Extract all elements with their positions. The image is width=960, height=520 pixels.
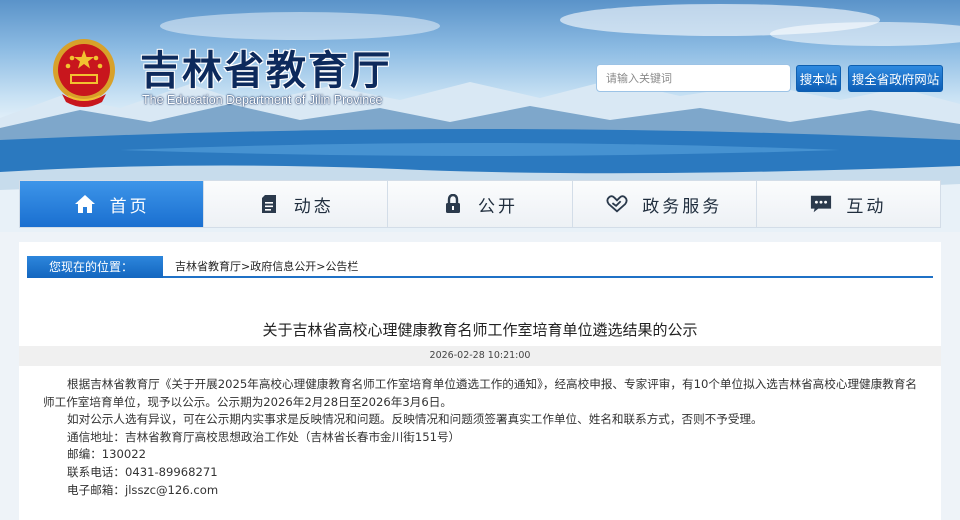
chat-icon: [810, 193, 832, 215]
contact-address: 通信地址：吉林省教育厅高校思想政治工作处（吉林省长春市金川街151号）: [67, 429, 461, 444]
breadcrumb-link-home[interactable]: 吉林省教育厅: [175, 260, 241, 273]
breadcrumb-link-board[interactable]: 公告栏: [325, 260, 358, 273]
article-title: 关于吉林省高校心理健康教育名师工作室培育单位遴选结果的公示: [262, 321, 698, 339]
document-icon: [258, 193, 280, 215]
nav-item-open[interactable]: 公开: [388, 181, 573, 227]
nav-item-label: 政务服务: [642, 196, 723, 217]
search-gov-button[interactable]: 搜全省政府网站: [848, 65, 943, 92]
national-emblem-icon: [53, 39, 115, 107]
handshake-icon: [606, 193, 628, 215]
nav-item-label: 公开: [478, 196, 518, 217]
contact-email[interactable]: 电子邮箱：jlsszc@126.com: [43, 482, 923, 500]
breadcrumb-separator: >: [241, 260, 251, 273]
home-icon: [74, 193, 96, 215]
nav-item-news[interactable]: 动态: [204, 181, 389, 227]
contact-postcode: 邮编：130022: [67, 447, 147, 462]
nav-item-interaction[interactable]: 互动: [756, 181, 941, 227]
site-title: 吉林省教育厅: [140, 48, 392, 94]
nav-item-label: 动态: [293, 196, 334, 217]
content-panel: 您现在的位置： 吉林省教育厅>政府信息公开>公告栏 关于吉林省高校心理健康教育名…: [19, 242, 941, 520]
breadcrumb-path: 吉林省教育厅>政府信息公开>公告栏: [175, 256, 358, 278]
nav-item-label: 互动: [846, 196, 887, 217]
search-input[interactable]: [596, 64, 791, 92]
breadcrumb: 您现在的位置： 吉林省教育厅>政府信息公开>公告栏: [27, 256, 933, 278]
article-paragraph: 根据吉林省教育厅《关于开展2025年高校心理健康教育名师工作室培育单位遴选工作的…: [43, 377, 918, 409]
nav-item-home[interactable]: 首页: [20, 181, 205, 227]
lock-icon: [442, 193, 464, 215]
breadcrumb-label: 您现在的位置：: [27, 256, 163, 278]
article-body: 根据吉林省教育厅《关于开展2025年高校心理健康教育名师工作室培育单位遴选工作的…: [43, 376, 923, 499]
search-site-button[interactable]: 搜本站: [796, 65, 841, 92]
article-paragraph: 如对公示人选有异议，可在公示期内实事求是反映情况和问题。反映情况和问题须签署真实…: [67, 412, 763, 427]
article-date: 2026-02-28 10:21:00: [19, 346, 941, 366]
site-subtitle: The Education Department of Jilin Provin…: [142, 93, 383, 107]
nav-item-services[interactable]: 政务服务: [572, 181, 757, 227]
nav-item-label: 首页: [109, 196, 150, 217]
main-nav: 首页 动态 公开 政务服务 互动: [19, 180, 941, 228]
breadcrumb-link-info[interactable]: 政府信息公开: [250, 260, 316, 273]
contact-phone: 联系电话：0431-89968271: [67, 464, 218, 479]
